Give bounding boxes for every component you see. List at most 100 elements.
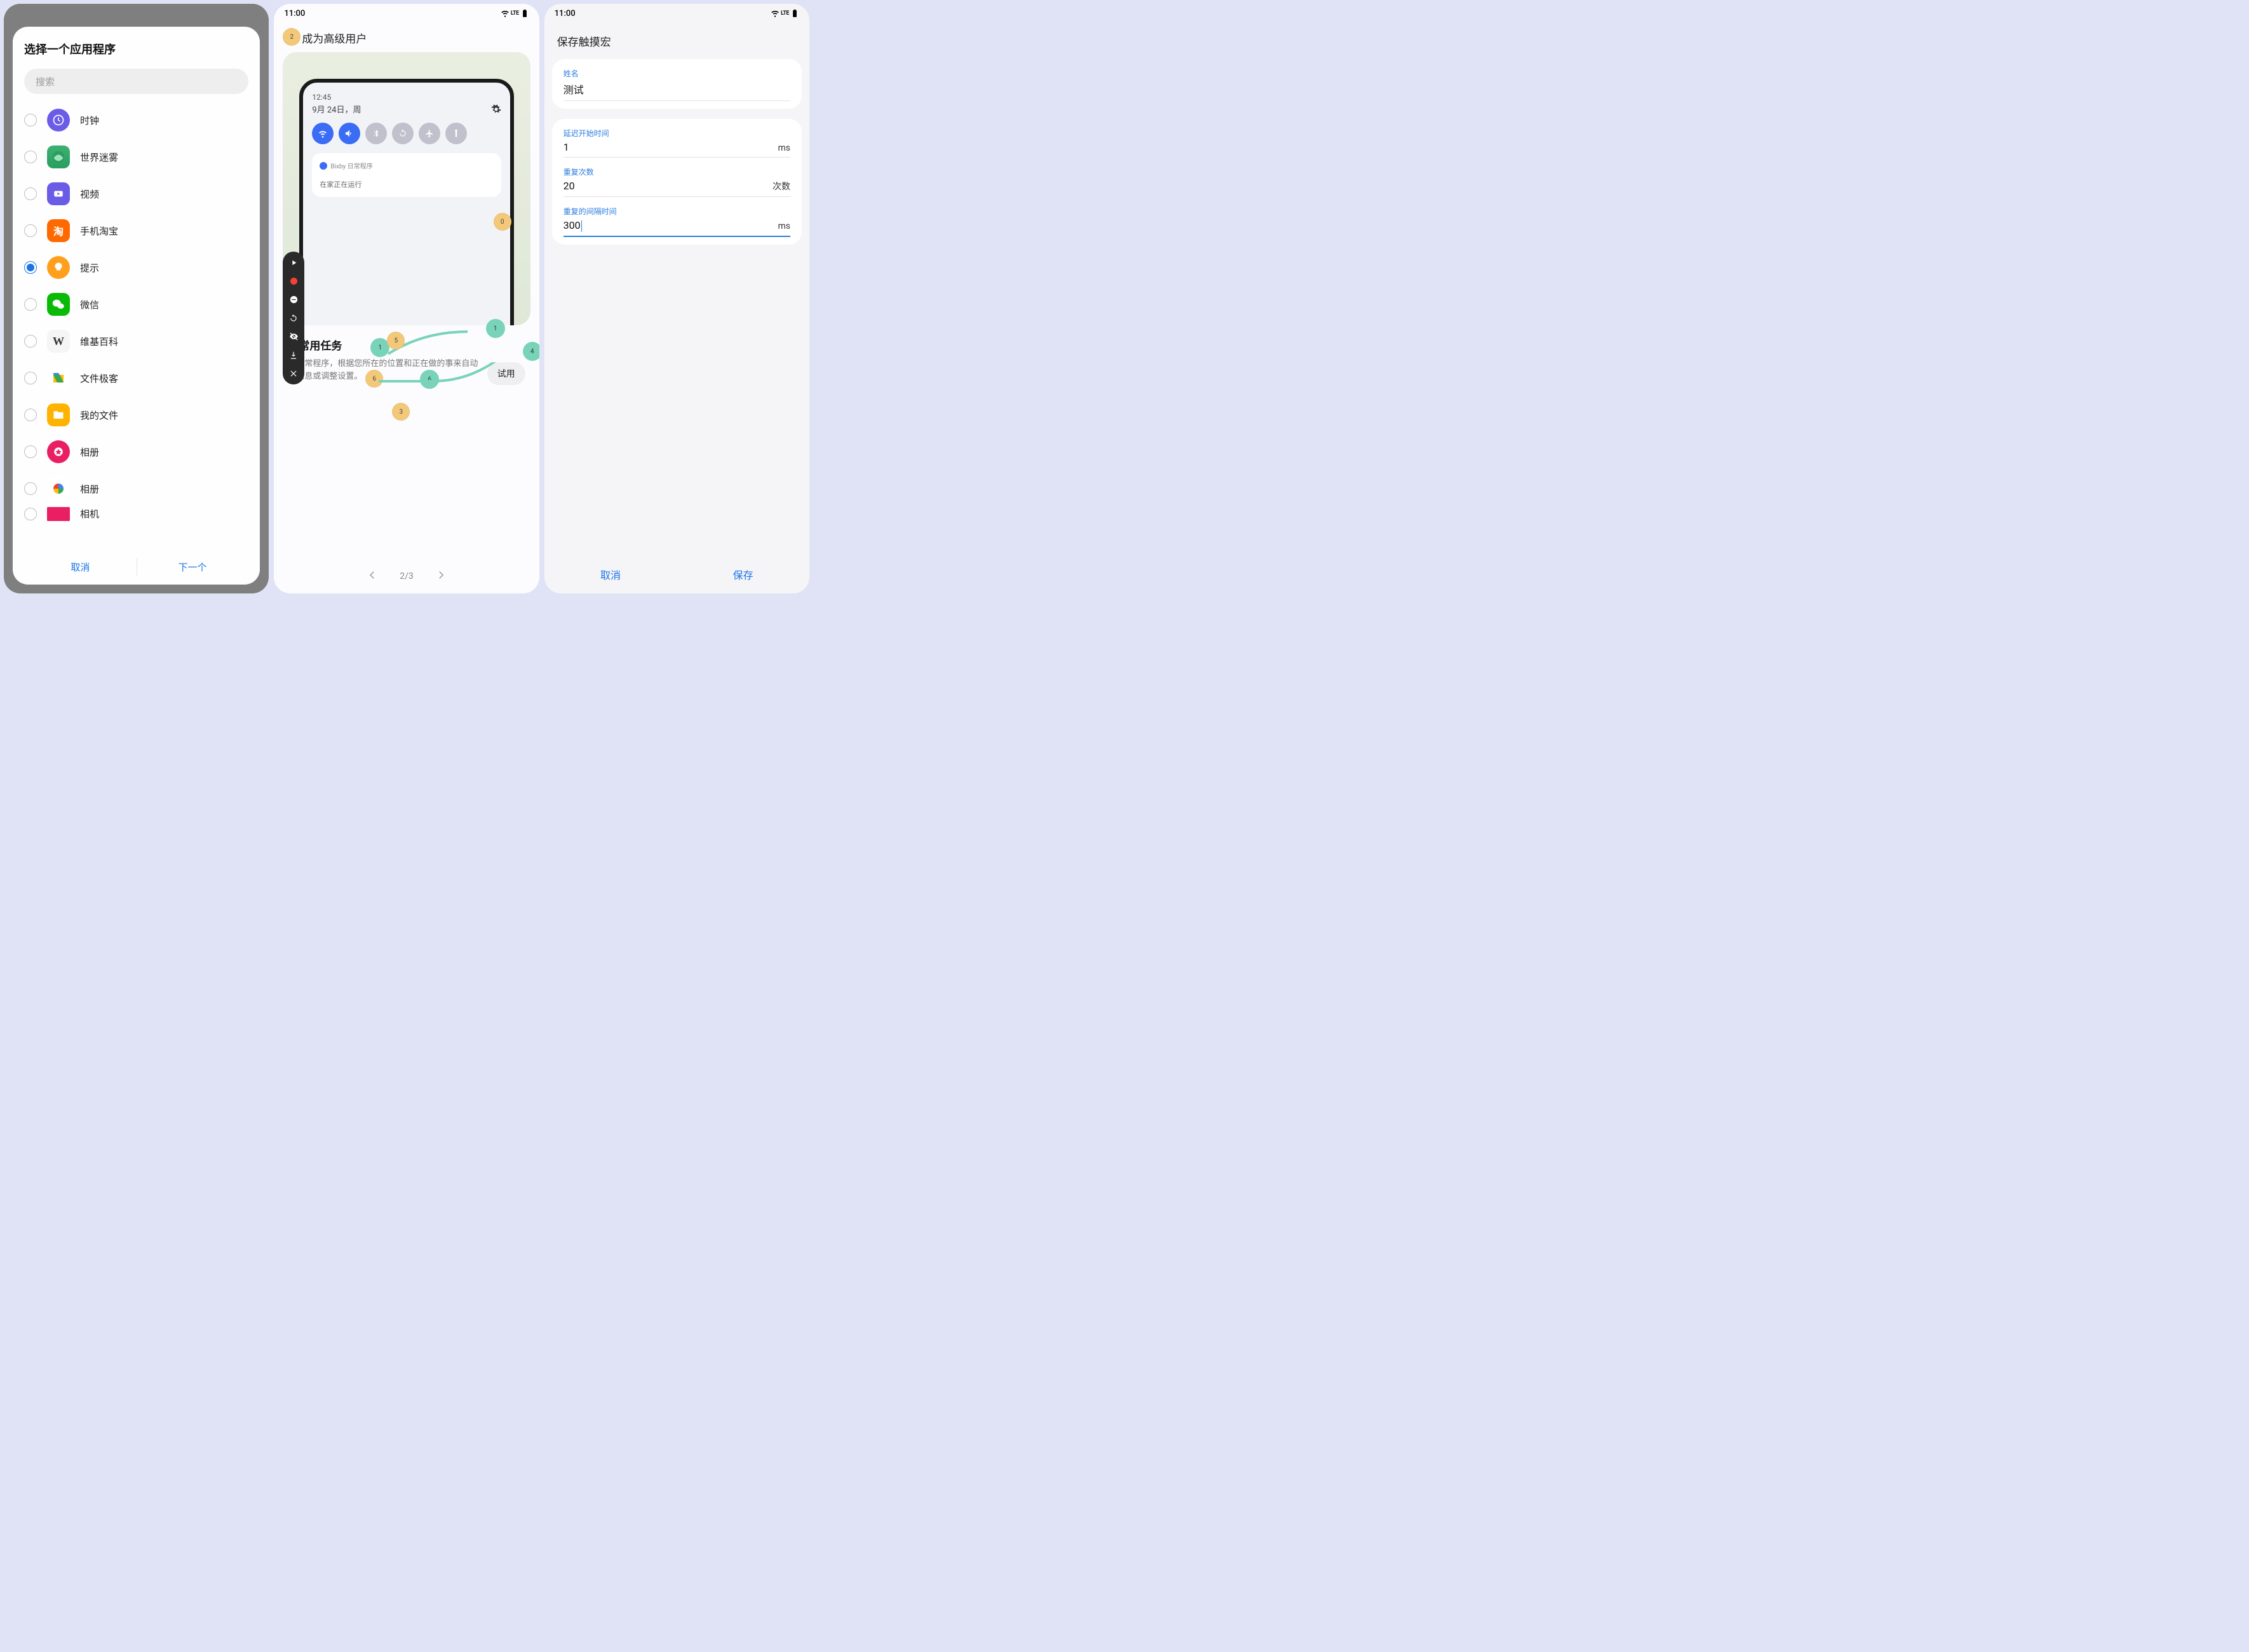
radio[interactable] — [24, 187, 37, 200]
app-row[interactable]: 时钟 — [24, 102, 248, 139]
app-row[interactable]: 文件极客 — [24, 360, 248, 396]
radio[interactable] — [24, 372, 37, 384]
app-name: 维基百科 — [80, 335, 118, 348]
status-time: 11:00 — [284, 9, 305, 18]
repeat-label: 重复次数 — [564, 166, 790, 177]
radio[interactable] — [24, 445, 37, 458]
interval-value: 300 — [564, 219, 582, 232]
name-value: 测试 — [564, 81, 584, 97]
mock-date: 9月 24日，周 — [312, 103, 361, 115]
app-name: 世界迷雾 — [80, 151, 118, 164]
bixby-text: 在家正在运行 — [320, 179, 493, 189]
repeat-field[interactable]: 20 次数 — [564, 180, 790, 197]
search-placeholder: 搜索 — [36, 75, 55, 88]
radio[interactable] — [24, 298, 37, 311]
app-name: 相册 — [80, 445, 99, 459]
search-input[interactable]: 搜索 — [24, 69, 248, 94]
pager-prev[interactable] — [367, 569, 378, 583]
cancel-button[interactable]: 取消 — [544, 567, 677, 582]
app-row[interactable]: 淘 手机淘宝 — [24, 212, 248, 249]
wiki-icon: W — [47, 330, 70, 353]
section: 化常用任务 加日常程序，根据您所在的位置和正在做的事来自动 示信息或调整设置。 … — [274, 325, 539, 388]
screen-save-macro: 11:00 LTE 保存触摸宏 姓名 测试 延迟开始时间 1 ms 重复次数 2… — [544, 4, 809, 593]
app-row[interactable]: 我的文件 — [24, 396, 248, 433]
macro-toolbar[interactable] — [283, 252, 304, 384]
radio[interactable] — [24, 409, 37, 421]
footer: 取消 保存 — [544, 555, 809, 593]
sound-toggle — [339, 123, 360, 144]
close-icon[interactable] — [289, 369, 299, 378]
radio[interactable] — [24, 114, 37, 126]
status-bar: 11:00 LTE — [544, 4, 809, 23]
app-list[interactable]: 时钟 世界迷雾 视频 淘 手机淘宝 提示 微信 W 维基百科 文件极客 我的文件… — [24, 102, 248, 549]
next-button[interactable]: 下一个 — [137, 560, 249, 574]
name-field[interactable]: 测试 — [564, 81, 790, 101]
interval-unit: ms — [778, 221, 790, 231]
touch-marker: 0 — [494, 213, 511, 231]
flashlight-toggle — [445, 123, 467, 144]
radio[interactable] — [24, 335, 37, 348]
name-label: 姓名 — [564, 68, 790, 79]
fog-icon — [47, 146, 70, 168]
delay-field[interactable]: 1 ms — [564, 141, 790, 158]
wifi-icon — [771, 9, 780, 18]
bixby-app-name: Bixby 日常程序 — [330, 161, 372, 170]
video-icon — [47, 182, 70, 205]
mock-date-row: 9月 24日，周 — [312, 103, 501, 115]
app-row[interactable]: 相册 — [24, 433, 248, 470]
clock-icon — [47, 109, 70, 132]
battery-icon — [790, 9, 799, 18]
app-row[interactable]: 提示 — [24, 249, 248, 286]
wifi-icon — [501, 9, 510, 18]
header: 保存触摸宏 — [544, 23, 809, 54]
lte-label: LTE — [511, 10, 519, 17]
app-row[interactable]: 相册 — [24, 470, 248, 507]
repeat-unit: 次数 — [773, 180, 790, 193]
save-icon[interactable] — [289, 350, 299, 360]
app-row[interactable]: W 维基百科 — [24, 323, 248, 360]
app-row[interactable]: 相机 — [24, 507, 248, 521]
pager-next[interactable] — [435, 569, 447, 583]
radio[interactable] — [24, 261, 37, 274]
gesture-path — [375, 362, 528, 400]
minus-icon[interactable] — [289, 295, 299, 304]
photos-icon — [47, 477, 70, 500]
app-name: 相册 — [80, 482, 99, 496]
pager: 2/3 — [274, 559, 539, 593]
radio[interactable] — [24, 508, 37, 520]
play-icon[interactable] — [289, 258, 299, 267]
radio[interactable] — [24, 151, 37, 163]
save-button[interactable]: 保存 — [677, 567, 809, 582]
refresh-icon[interactable] — [289, 313, 299, 323]
cancel-button[interactable]: 取消 — [24, 560, 137, 574]
airplane-toggle — [419, 123, 440, 144]
app-row[interactable]: 视频 — [24, 175, 248, 212]
interval-field[interactable]: 300 ms — [564, 219, 790, 237]
page-title: 保存触摸宏 — [557, 33, 797, 49]
app-name: 手机淘宝 — [80, 224, 118, 238]
record-icon[interactable] — [289, 276, 299, 286]
page-title: 成为高级用户 — [302, 30, 367, 46]
quick-settings — [312, 123, 501, 144]
name-card: 姓名 测试 — [552, 59, 802, 109]
bixby-header: Bixby 日常程序 — [320, 161, 493, 170]
app-row[interactable]: 微信 — [24, 286, 248, 323]
touch-marker: 3 — [392, 403, 410, 421]
bluetooth-toggle — [365, 123, 387, 144]
interval-label: 重复的间隔时间 — [564, 206, 790, 217]
dialog-title: 选择一个应用程序 — [24, 41, 248, 57]
section-title: 化常用任务 — [288, 337, 525, 353]
delay-label: 延迟开始时间 — [564, 128, 790, 139]
bixby-card: Bixby 日常程序 在家正在运行 — [312, 153, 501, 197]
status-bar: 11:00 LTE — [274, 4, 539, 23]
status-icons: LTE — [771, 9, 799, 18]
app-picker-dialog: 选择一个应用程序 搜索 时钟 世界迷雾 视频 淘 手机淘宝 提示 微信 W 维基… — [13, 27, 260, 585]
radio[interactable] — [24, 482, 37, 495]
hero-card: 12:45 9月 24日，周 Bixby 日常程序 — [283, 52, 530, 325]
app-name: 视频 — [80, 187, 99, 201]
eye-off-icon[interactable] — [289, 332, 299, 341]
app-row[interactable]: 世界迷雾 — [24, 139, 248, 175]
dialog-footer: 取消 下一个 — [24, 549, 248, 585]
app-name: 文件极客 — [80, 372, 118, 385]
radio[interactable] — [24, 224, 37, 237]
